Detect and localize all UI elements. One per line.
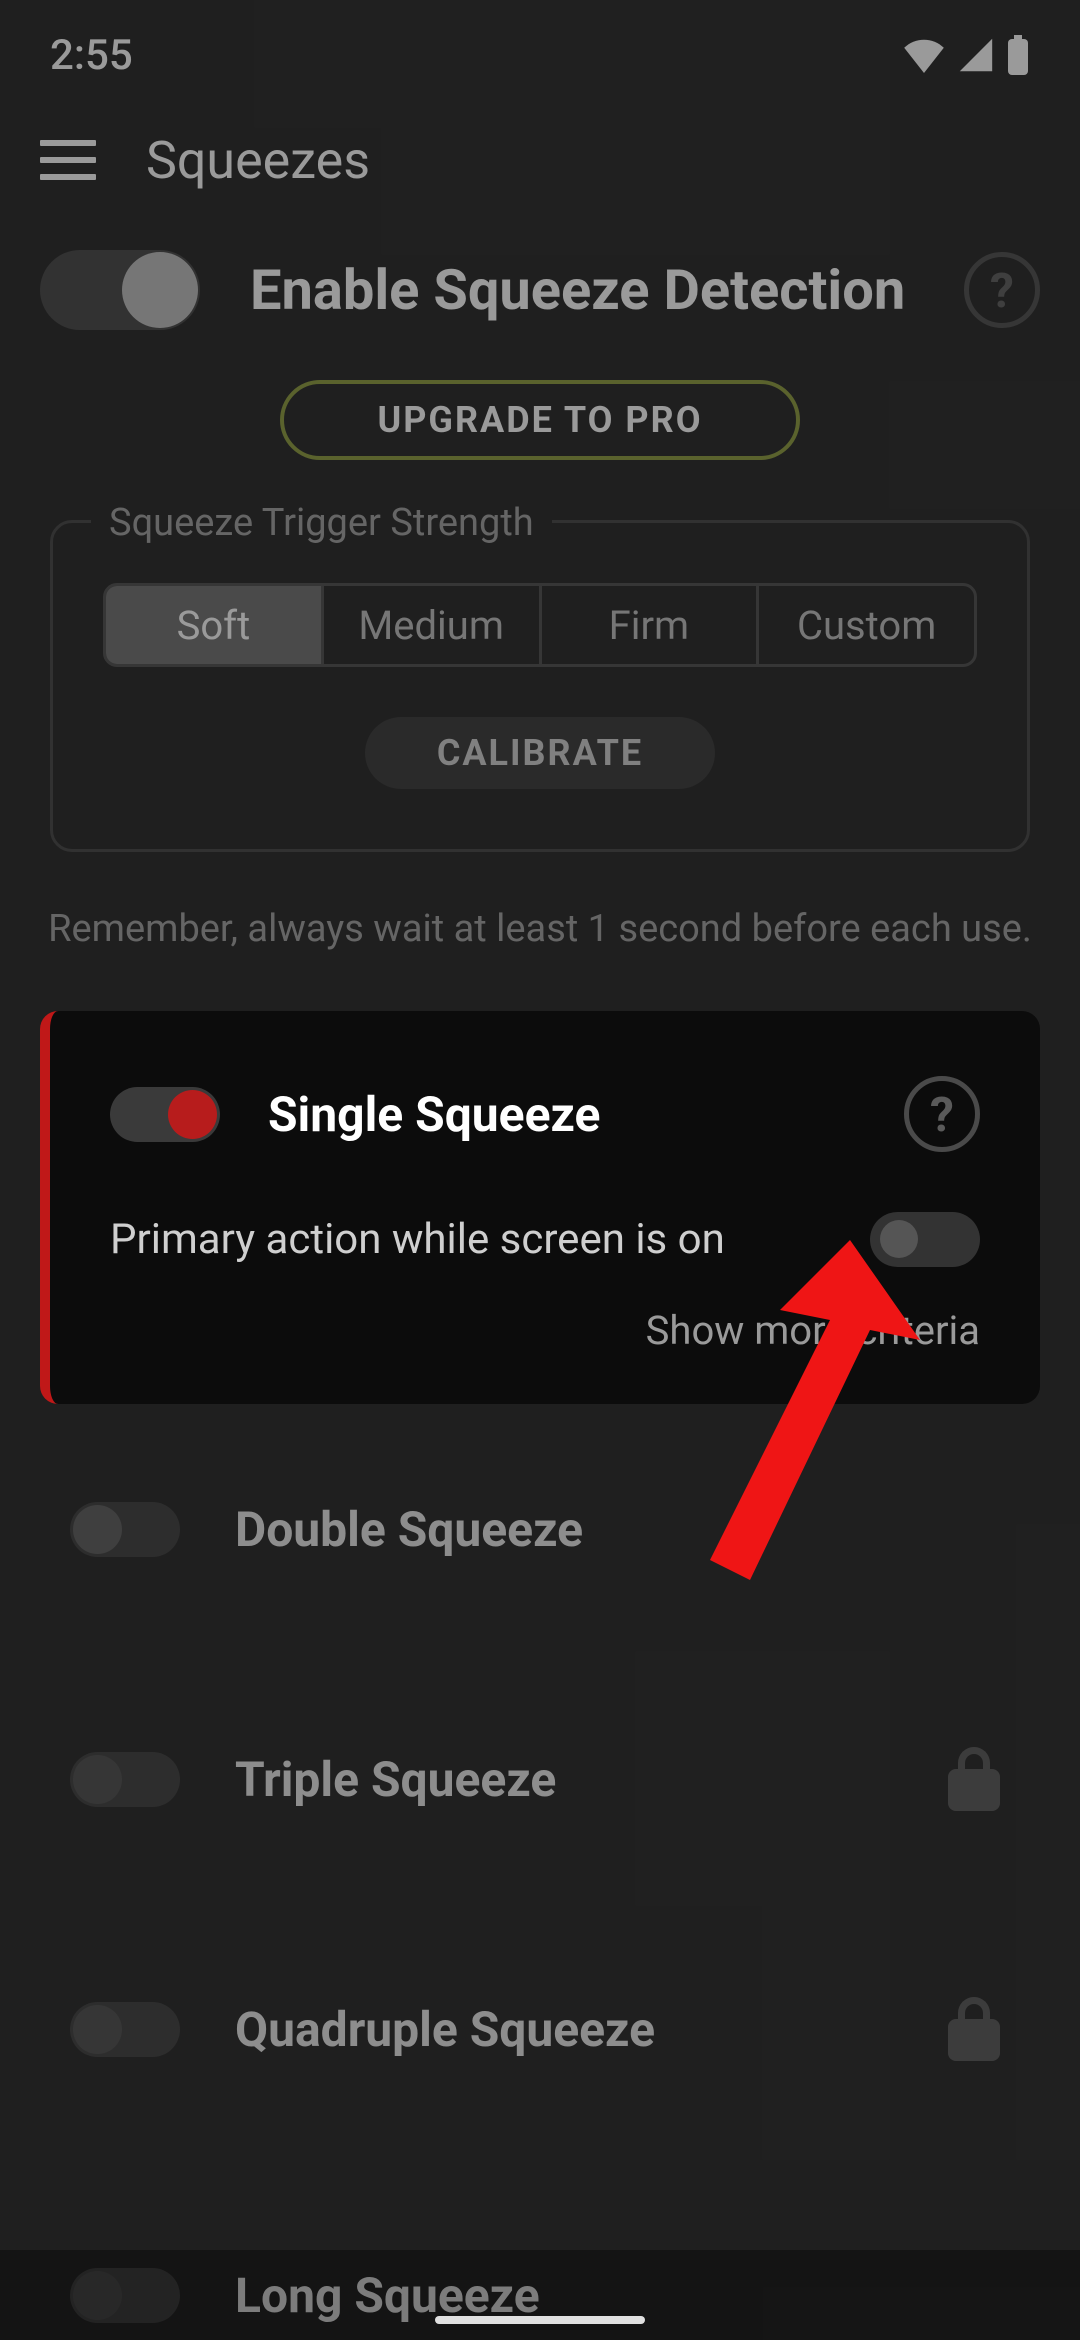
enable-squeeze-label: Enable Squeeze Detection [250, 257, 964, 323]
nav-handle[interactable] [435, 2316, 645, 2324]
strength-option-firm[interactable]: Firm [542, 586, 760, 664]
wifi-icon [902, 37, 946, 73]
calibrate-button[interactable]: CALIBRATE [365, 717, 715, 789]
quadruple-squeeze-item[interactable]: Quadruple Squeeze [40, 1904, 1040, 2154]
cell-signal-icon [958, 37, 994, 73]
long-squeeze-item[interactable]: Long Squeeze [0, 2250, 1080, 2340]
single-squeeze-toggle[interactable] [110, 1087, 220, 1142]
app-bar: Squeezes [0, 110, 1080, 210]
primary-action-toggle[interactable] [870, 1212, 980, 1267]
lock-icon [948, 1747, 1000, 1811]
double-squeeze-item[interactable]: Double Squeeze [40, 1404, 1040, 1654]
enable-squeeze-toggle[interactable] [40, 250, 200, 330]
triple-squeeze-item[interactable]: Triple Squeeze [40, 1654, 1040, 1904]
strength-option-medium[interactable]: Medium [324, 586, 542, 664]
help-icon[interactable]: ? [964, 252, 1040, 328]
single-help-icon[interactable]: ? [904, 1076, 980, 1152]
strength-option-soft[interactable]: Soft [106, 586, 324, 664]
upgrade-button[interactable]: UPGRADE TO PRO [280, 380, 800, 460]
upgrade-label: UPGRADE TO PRO [377, 399, 702, 441]
status-bar: 2:55 [0, 0, 1080, 110]
strength-segment: Soft Medium Firm Custom [103, 583, 977, 667]
status-icons [902, 35, 1030, 75]
calibrate-label: CALIBRATE [437, 732, 643, 774]
long-squeeze-toggle[interactable] [70, 2268, 180, 2323]
menu-icon[interactable] [40, 140, 96, 180]
quadruple-squeeze-label: Quadruple Squeeze [235, 2001, 948, 2058]
strength-option-custom[interactable]: Custom [759, 586, 974, 664]
long-squeeze-label: Long Squeeze [235, 2267, 540, 2324]
single-squeeze-title: Single Squeeze [268, 1086, 904, 1143]
status-time: 2:55 [50, 31, 133, 80]
battery-icon [1006, 35, 1030, 75]
show-more-criteria-link[interactable]: Show more criteria [110, 1307, 980, 1354]
triple-squeeze-toggle[interactable] [70, 1752, 180, 1807]
strength-legend: Squeeze Trigger Strength [91, 501, 552, 545]
double-squeeze-toggle[interactable] [70, 1502, 180, 1557]
single-squeeze-card: Single Squeeze ? Primary action while sc… [40, 1011, 1040, 1404]
quadruple-squeeze-toggle[interactable] [70, 2002, 180, 2057]
page-title: Squeezes [146, 130, 370, 191]
strength-fieldset: Squeeze Trigger Strength Soft Medium Fir… [50, 520, 1030, 852]
primary-action-label: Primary action while screen is on [110, 1215, 870, 1264]
enable-row: Enable Squeeze Detection ? [40, 250, 1040, 330]
triple-squeeze-label: Triple Squeeze [235, 1751, 948, 1808]
double-squeeze-label: Double Squeeze [235, 1501, 1000, 1558]
hint-text: Remember, always wait at least 1 second … [40, 907, 1040, 951]
lock-icon [948, 1997, 1000, 2061]
